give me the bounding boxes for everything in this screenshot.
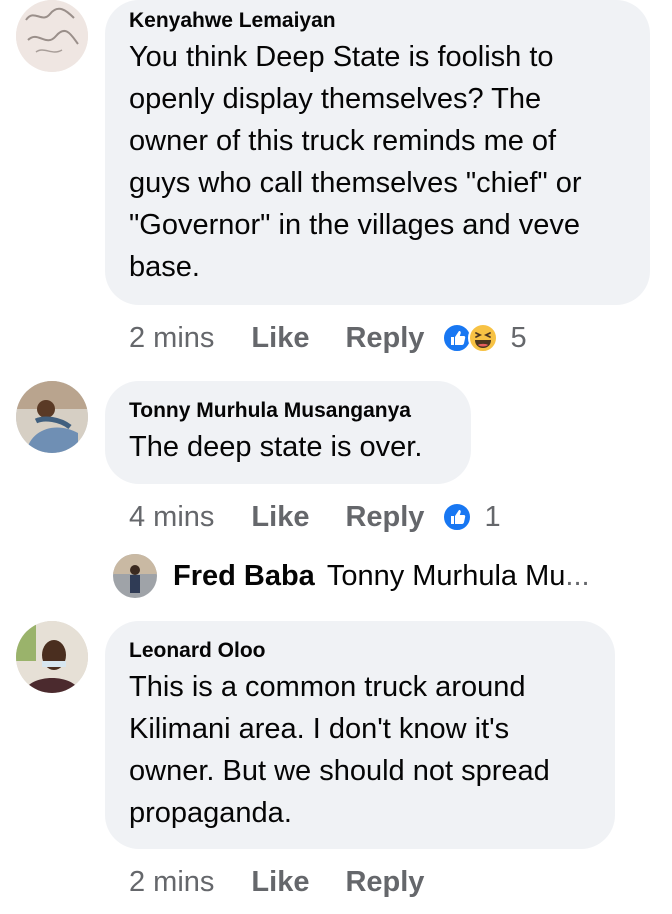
comment-bubble: Kenyahwe Lemaiyan You think Deep State i…	[105, 0, 650, 305]
comment-author[interactable]: Tonny Murhula Musanganya	[129, 381, 471, 423]
like-button[interactable]: Like	[251, 866, 309, 899]
reply-avatar[interactable]	[113, 554, 157, 598]
reply-ellipsis: ...	[565, 559, 590, 592]
signature-avatar-icon	[16, 0, 88, 72]
reply-button[interactable]: Reply	[345, 501, 424, 534]
like-reaction-icon	[442, 502, 473, 532]
comment-author[interactable]: Kenyahwe Lemaiyan	[129, 0, 650, 33]
comment-time[interactable]: 2 mins	[129, 322, 214, 355]
person-avatar-icon	[16, 381, 88, 453]
comment-text: You think Deep State is foolish to openl…	[129, 41, 582, 283]
reaction-count[interactable]: 1	[484, 501, 500, 534]
like-button[interactable]: Like	[251, 501, 309, 534]
comment-bubble: Leonard Oloo This is a common truck arou…	[105, 621, 615, 849]
avatar[interactable]	[16, 381, 88, 453]
comment-author[interactable]: Leonard Oloo	[129, 621, 615, 663]
reactions[interactable]: 1	[442, 501, 501, 534]
comment-actions: 2 mins Like Reply 5	[129, 318, 527, 358]
reply-author[interactable]: Fred Baba	[173, 560, 315, 593]
person-avatar-icon	[16, 621, 88, 693]
comment-text: The deep state is over.	[129, 431, 423, 463]
reaction-count[interactable]: 5	[510, 322, 526, 355]
haha-reaction-icon	[468, 323, 499, 353]
person-avatar-icon	[113, 554, 157, 598]
reply-text: Tonny Murhula Mu	[326, 559, 566, 592]
comment-bubble: Tonny Murhula Musanganya The deep state …	[105, 381, 471, 484]
reactions[interactable]: 5	[442, 322, 527, 355]
reply-preview[interactable]: Fred Baba Tonny Murhula Mu...	[113, 553, 590, 599]
avatar[interactable]	[16, 621, 88, 693]
reply-button[interactable]: Reply	[345, 866, 424, 899]
comment-time[interactable]: 2 mins	[129, 866, 214, 899]
like-button[interactable]: Like	[251, 322, 309, 355]
comment-actions: 4 mins Like Reply 1	[129, 497, 501, 537]
comment-text: This is a common truck around Kilimani a…	[129, 671, 550, 829]
reply-button[interactable]: Reply	[345, 322, 424, 355]
comment-actions: 2 mins Like Reply	[129, 862, 442, 902]
comment-time[interactable]: 4 mins	[129, 501, 214, 534]
avatar[interactable]	[16, 0, 88, 72]
